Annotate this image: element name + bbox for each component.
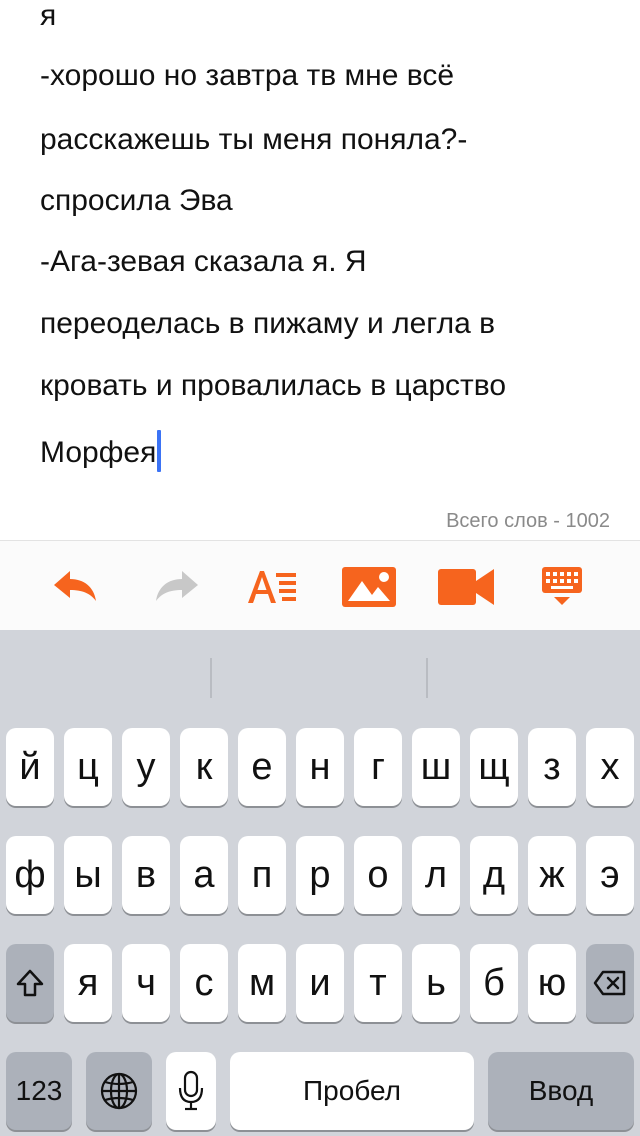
letter-key[interactable]: х xyxy=(586,728,634,806)
letter-key[interactable]: в xyxy=(122,836,170,914)
text-line: переоделась в пижаму и легла в xyxy=(40,307,496,340)
letter-key[interactable]: и xyxy=(296,944,344,1022)
last-line-text: Морфея xyxy=(40,436,157,469)
letter-key[interactable]: ы xyxy=(64,836,112,914)
text-format-button[interactable] xyxy=(244,565,304,609)
letter-key[interactable]: я xyxy=(64,944,112,1022)
letter-key[interactable]: п xyxy=(238,836,286,914)
return-key[interactable]: Ввод xyxy=(488,1052,634,1130)
undo-button[interactable] xyxy=(46,565,106,609)
undo-icon xyxy=(54,571,96,601)
letter-key[interactable]: э xyxy=(586,836,634,914)
text-line: расскажешь ты меня поняла?- xyxy=(40,123,468,156)
letter-key[interactable]: к xyxy=(180,728,228,806)
text-format-icon xyxy=(248,571,296,603)
letter-key[interactable]: м xyxy=(238,944,286,1022)
text-line: -Ага-зевая сказала я. Я xyxy=(40,245,367,278)
insert-video-button[interactable] xyxy=(436,565,496,609)
letter-key[interactable]: о xyxy=(354,836,402,914)
text-line: -хорошо но завтра тв мне всё xyxy=(40,59,455,92)
letter-key[interactable]: б xyxy=(470,944,518,1022)
letter-key[interactable]: у xyxy=(122,728,170,806)
letter-key[interactable]: ц xyxy=(64,728,112,806)
text-editor[interactable]: я -хорошо но завтра тв мне всё расскажеш… xyxy=(0,0,640,540)
letter-key[interactable]: ж xyxy=(528,836,576,914)
letter-key[interactable]: ь xyxy=(412,944,460,1022)
hide-keyboard-button[interactable] xyxy=(536,565,592,609)
letter-key[interactable]: з xyxy=(528,728,576,806)
redo-icon xyxy=(156,571,198,601)
suggestion-divider xyxy=(426,658,428,698)
microphone-icon xyxy=(178,1070,204,1111)
redo-button[interactable] xyxy=(146,565,206,609)
word-count: Всего слов - 1002 xyxy=(446,510,610,532)
letter-key[interactable]: р xyxy=(296,836,344,914)
globe-icon xyxy=(100,1072,138,1110)
letter-key[interactable]: д xyxy=(470,836,518,914)
globe-key[interactable] xyxy=(86,1052,152,1130)
letter-key[interactable]: ш xyxy=(412,728,460,806)
insert-image-button[interactable] xyxy=(340,565,398,609)
letter-key[interactable]: й xyxy=(6,728,54,806)
editor-toolbar xyxy=(0,540,640,631)
backspace-icon xyxy=(593,970,626,996)
text-cursor xyxy=(157,430,162,472)
video-icon xyxy=(438,569,494,605)
letter-key[interactable]: ю xyxy=(528,944,576,1022)
shift-icon xyxy=(16,969,44,997)
hide-keyboard-icon xyxy=(542,567,582,605)
letter-key[interactable]: н xyxy=(296,728,344,806)
text-line: кровать и провалилась в царство xyxy=(40,369,507,402)
letter-key[interactable]: г xyxy=(354,728,402,806)
text-line-last: Морфея xyxy=(40,430,162,472)
text-line: я xyxy=(40,0,57,32)
letter-key[interactable]: л xyxy=(412,836,460,914)
image-icon xyxy=(342,567,396,607)
shift-key[interactable] xyxy=(6,944,54,1022)
letter-key[interactable]: а xyxy=(180,836,228,914)
letter-key[interactable]: т xyxy=(354,944,402,1022)
suggestion-divider xyxy=(210,658,212,698)
letter-key[interactable]: е xyxy=(238,728,286,806)
letter-key[interactable]: с xyxy=(180,944,228,1022)
space-key[interactable]: Пробел xyxy=(230,1052,474,1130)
letter-key[interactable]: щ xyxy=(470,728,518,806)
letter-key[interactable]: ф xyxy=(6,836,54,914)
text-line: спросила Эва xyxy=(40,184,233,217)
numbers-key[interactable]: 123 xyxy=(6,1052,72,1130)
backspace-key[interactable] xyxy=(586,944,634,1022)
letter-key[interactable]: ч xyxy=(122,944,170,1022)
dictation-key[interactable] xyxy=(166,1052,216,1130)
onscreen-keyboard: йцукенгшщзх фывапролджэ ячсмитьбю 123 Пр… xyxy=(0,630,640,1136)
